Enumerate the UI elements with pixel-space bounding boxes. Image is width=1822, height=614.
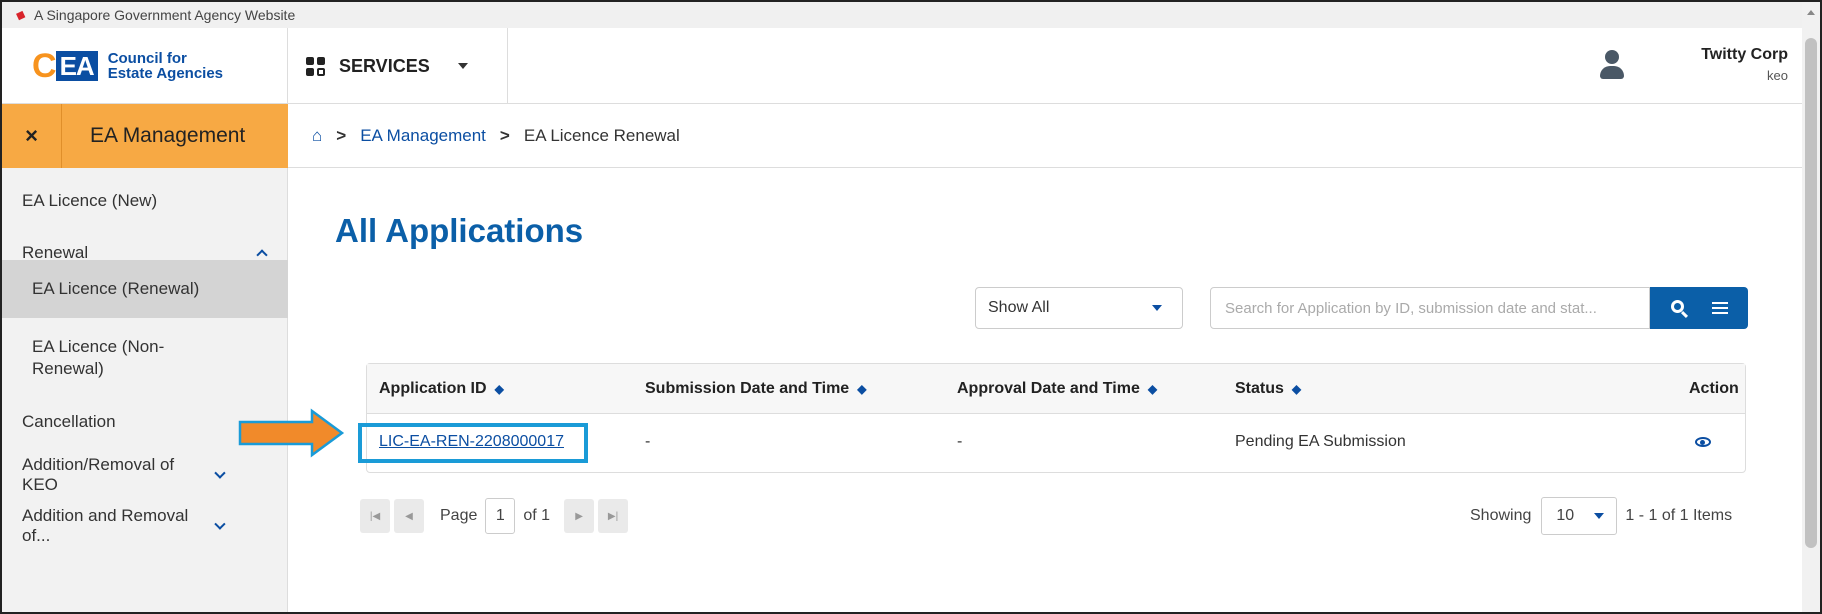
masthead-text: A Singapore Government Agency Website (34, 7, 296, 23)
top-header: C EA Council for Estate Agencies SERVICE… (2, 28, 1802, 104)
page-title: All Applications (335, 212, 584, 249)
col-submission-date[interactable]: Submission Date and Time ◆ (645, 380, 866, 398)
logo-text: Council for Estate Agencies (108, 51, 223, 81)
scroll-thumb[interactable] (1805, 38, 1817, 548)
chevron-down-icon (214, 518, 226, 530)
next-page-button[interactable]: ▶ (564, 499, 595, 533)
eye-icon (1695, 437, 1711, 447)
search-placeholder: Search for Application by ID, submission… (1225, 299, 1597, 317)
breadcrumb-current: EA Licence Renewal (523, 125, 680, 145)
sidebar-item-label: Cancellation (22, 412, 116, 431)
menu-icon[interactable] (1711, 299, 1728, 317)
prev-page-button[interactable]: ◀ (394, 499, 424, 533)
arrow-right-icon (238, 408, 345, 458)
sidebar-item-label: EA Licence (Non-Renewal) (32, 337, 165, 378)
breadcrumb-separator: > (499, 125, 510, 145)
col-action: Action (1689, 380, 1739, 397)
services-menu-button[interactable]: SERVICES (288, 28, 508, 104)
chevron-down-icon (457, 63, 468, 69)
search-icon (1670, 300, 1688, 319)
scroll-up-icon[interactable] (1807, 10, 1815, 15)
status-filter-select[interactable]: Show All (975, 287, 1183, 329)
approval-date-cell: - (957, 433, 963, 450)
sidebar-item-addition-removal-more[interactable]: Addition and Removal of... (2, 504, 288, 548)
view-action-button[interactable] (1695, 437, 1711, 447)
user-account[interactable]: Twitty Corp keo (1701, 46, 1788, 83)
breadcrumb: ⌂ > EA Management > EA Licence Renewal (288, 104, 1802, 168)
table-header: Application ID ◆ Submission Date and Time… (367, 364, 1745, 414)
sidebar-item-label: Addition/Removal of KEO (22, 455, 175, 494)
sidebar: EA Licence (New) Renewal EA Licence (Ren… (2, 168, 288, 612)
status-cell: Pending EA Submission (1235, 433, 1406, 450)
first-page-button[interactable]: |◀ (360, 499, 390, 533)
app-window: ◆ A Singapore Government Agency Website … (0, 0, 1822, 614)
last-page-button[interactable]: ▶| (598, 499, 629, 533)
highlight-box (358, 423, 588, 463)
sort-icon: ◆ (494, 382, 504, 396)
user-org: Twitty Corp (1701, 46, 1788, 63)
cea-logo-mark: C EA (32, 49, 98, 83)
close-icon[interactable]: × (2, 104, 62, 168)
sidebar-header: × EA Management (2, 104, 288, 168)
sidebar-item-ea-licence-renewal[interactable]: EA Licence (Renewal) (2, 260, 288, 318)
page-size-select[interactable]: 10 (1541, 497, 1618, 535)
logo-line1: Council for (107, 50, 187, 67)
sort-icon: ◆ (1291, 382, 1302, 396)
chevron-down-icon (214, 467, 226, 479)
items-range: 1 - 1 of 1 Items (1625, 507, 1733, 524)
page-total: of 1 (523, 507, 551, 524)
sort-icon: ◆ (857, 382, 867, 396)
col-status[interactable]: Status ◆ (1235, 380, 1301, 398)
sidebar-item-addition-removal-keo[interactable]: Addition/Removal of KEO (2, 453, 288, 497)
vertical-scrollbar[interactable] (1802, 2, 1820, 612)
sidebar-title: EA Management (90, 124, 246, 147)
sidebar-item-label: EA Licence (New) (22, 191, 158, 210)
sort-icon: ◆ (1147, 382, 1158, 396)
cea-logo[interactable]: C EA Council for Estate Agencies (2, 28, 288, 104)
grid-icon (306, 56, 325, 76)
pagination: |◀ ◀ Page 1 of 1 ▶ ▶| (360, 497, 632, 535)
logo-ea: EA (55, 51, 98, 81)
submission-date-cell: - (645, 433, 651, 450)
gov-masthead: ◆ A Singapore Government Agency Website (2, 2, 1802, 28)
breadcrumb-ea-management[interactable]: EA Management (360, 126, 486, 146)
home-icon[interactable]: ⌂ (312, 126, 322, 146)
user-role: keo (1767, 68, 1788, 83)
sidebar-item-label: Addition and Removal of... (22, 506, 189, 545)
showing-label: Showing (1470, 507, 1532, 524)
chevron-up-icon (256, 249, 268, 261)
services-label: SERVICES (339, 55, 430, 76)
search-button[interactable] (1650, 287, 1748, 329)
logo-line2: Estate Agencies (107, 65, 224, 82)
col-approval-date[interactable]: Approval Date and Time ◆ (957, 380, 1157, 398)
status-filter-value: Show All (988, 299, 1050, 316)
page-label: Page (440, 507, 478, 524)
page-size-value: 10 (1556, 507, 1575, 524)
lion-head-icon: ◆ (13, 5, 29, 24)
breadcrumb-separator: > (336, 125, 347, 145)
logo-c: C (32, 47, 57, 85)
user-icon[interactable] (1600, 50, 1624, 80)
sidebar-item-label: EA Licence (Renewal) (32, 279, 200, 298)
page-size-control: Showing 10 1 - 1 of 1 Items (1470, 497, 1732, 535)
sidebar-item-ea-licence-non-renewal[interactable]: EA Licence (Non-Renewal) (2, 328, 288, 388)
chevron-down-icon (1594, 513, 1605, 519)
chevron-down-icon (1152, 305, 1162, 311)
col-application-id[interactable]: Application ID ◆ (379, 380, 504, 398)
search-input[interactable]: Search for Application by ID, submission… (1210, 287, 1650, 329)
page-number-input[interactable]: 1 (485, 498, 516, 534)
